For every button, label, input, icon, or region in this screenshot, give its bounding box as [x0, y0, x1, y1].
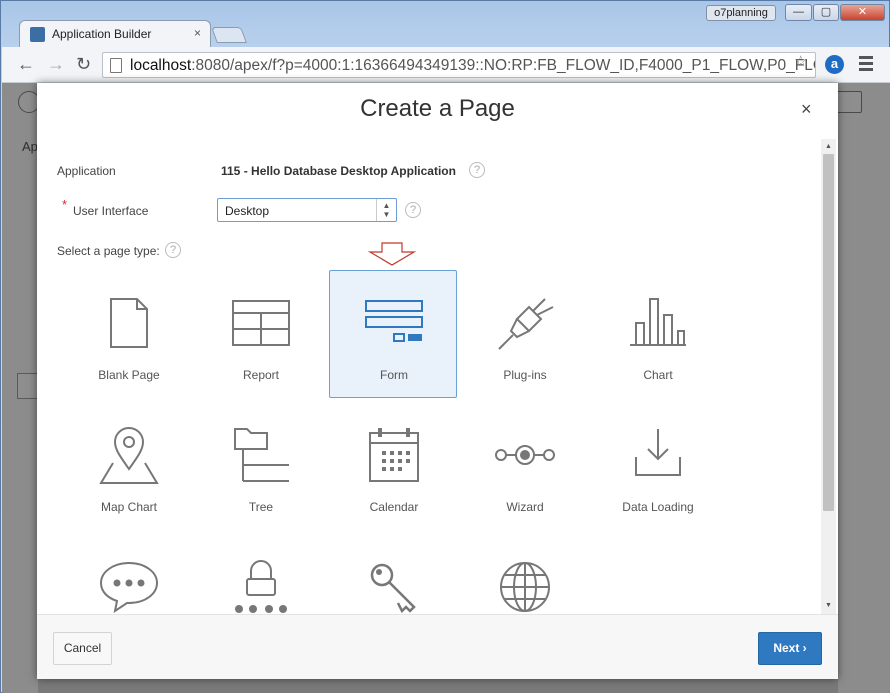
application-label: Application — [57, 164, 116, 178]
help-icon[interactable]: ? — [165, 242, 181, 258]
dialog-body: Application 115 - Hello Database Desktop… — [37, 139, 838, 614]
tile-label: Map Chart — [100, 500, 158, 514]
tab-title: Application Builder — [52, 27, 152, 41]
url-text: localhost:8080/apex/f?p=4000:1:163664943… — [130, 57, 816, 74]
dialog-scrollbar[interactable]: ▲ ▼ — [821, 139, 836, 614]
tile-blank-page[interactable]: Blank Page — [64, 270, 192, 398]
maximize-button[interactable]: ▢ — [813, 4, 839, 21]
tile-label: Data Loading — [622, 500, 694, 514]
tile-label: Chart — [643, 368, 673, 382]
down-arrow-indicator-icon — [368, 242, 416, 266]
padlock-icon — [235, 560, 287, 613]
dialog-footer: Cancel Next › — [37, 614, 838, 679]
tab-close-icon[interactable]: × — [194, 26, 201, 40]
user-interface-label: User Interface — [73, 204, 149, 218]
cancel-button[interactable]: Cancel — [53, 632, 112, 665]
tile-label: Blank Page — [98, 368, 160, 382]
tile-map-chart[interactable]: Map Chart — [64, 402, 192, 530]
required-marker: * — [62, 197, 68, 212]
background-play-icon — [836, 91, 862, 113]
user-interface-select[interactable]: Desktop ▲ ▼ — [217, 198, 397, 222]
tree-icon — [234, 428, 289, 482]
profile-badge[interactable]: o7planning — [706, 5, 776, 21]
back-icon[interactable]: ← — [17, 55, 35, 73]
tile-label: Tree — [248, 500, 274, 514]
address-bar[interactable]: localhost:8080/apex/f?p=4000:1:163664943… — [102, 52, 816, 78]
tile-report[interactable]: Report — [196, 270, 324, 398]
globe-icon — [500, 562, 550, 612]
browser-tab[interactable]: Application Builder × — [19, 20, 211, 47]
page-icon — [110, 58, 122, 73]
help-icon[interactable]: ? — [405, 202, 421, 218]
blank-page-icon — [110, 298, 148, 348]
tile-plug-ins[interactable]: Plug-ins — [460, 270, 588, 398]
help-icon[interactable]: ? — [469, 162, 485, 178]
tile-wizard[interactable]: Wizard — [460, 402, 588, 530]
map-pin-icon — [99, 427, 159, 484]
application-value: 115 - Hello Database Desktop Application — [221, 164, 456, 178]
tile-label: Calendar — [369, 500, 419, 514]
forward-icon[interactable]: → — [47, 55, 65, 73]
page-type-label: Select a page type: — [57, 244, 160, 258]
tile-access-control[interactable] — [196, 534, 324, 614]
tile-data-loading[interactable]: Data Loading — [593, 402, 721, 530]
tile-label: Form — [380, 368, 408, 382]
user-interface-value: Desktop — [225, 204, 270, 218]
tile-feedback[interactable] — [64, 534, 192, 614]
apex-favicon-icon — [30, 27, 45, 42]
download-icon — [635, 429, 681, 476]
speech-bubble-icon — [99, 561, 159, 614]
tile-label: Report — [242, 368, 280, 382]
browser-toolbar: ← → ↻ localhost:8080/apex/f?p=4000:1:163… — [2, 47, 890, 83]
tile-chart[interactable]: Chart — [593, 270, 721, 398]
scroll-up-icon[interactable]: ▲ — [825, 143, 832, 150]
menu-icon[interactable] — [859, 56, 873, 74]
plug-icon — [498, 298, 554, 350]
tile-label: Wizard — [506, 500, 544, 514]
dialog-close-icon[interactable]: × — [801, 100, 812, 118]
tile-web-source[interactable] — [460, 534, 588, 614]
minimize-button[interactable]: — — [785, 4, 812, 21]
bar-chart-icon — [630, 298, 686, 346]
report-icon — [232, 300, 290, 346]
wizard-icon — [495, 445, 555, 465]
dialog-title: Create a Page — [360, 95, 515, 122]
new-tab-button[interactable] — [211, 27, 247, 43]
tile-label: Plug-ins — [503, 368, 547, 382]
background-right-panel — [838, 83, 890, 693]
select-arrows-icon: ▲ ▼ — [376, 199, 396, 221]
tile-calendar[interactable]: Calendar — [329, 402, 457, 530]
extension-icon[interactable]: a — [825, 55, 844, 74]
tile-tree[interactable]: Tree — [196, 402, 324, 530]
tile-login[interactable] — [329, 534, 457, 614]
calendar-icon — [369, 428, 419, 482]
create-page-dialog: Create a Page × Application 115 - Hello … — [37, 83, 838, 679]
reload-icon[interactable]: ↻ — [76, 55, 91, 73]
form-icon — [365, 300, 423, 342]
tile-form[interactable]: Form — [329, 270, 457, 398]
key-icon — [370, 563, 416, 614]
window-close-button[interactable]: ✕ — [840, 4, 885, 21]
background-text: Ap — [22, 139, 38, 154]
scroll-down-icon[interactable]: ▼ — [825, 602, 832, 609]
next-button[interactable]: Next › — [758, 632, 822, 665]
scrollbar-thumb[interactable] — [823, 154, 834, 511]
bookmark-star-icon[interactable]: ☆ — [794, 54, 807, 69]
